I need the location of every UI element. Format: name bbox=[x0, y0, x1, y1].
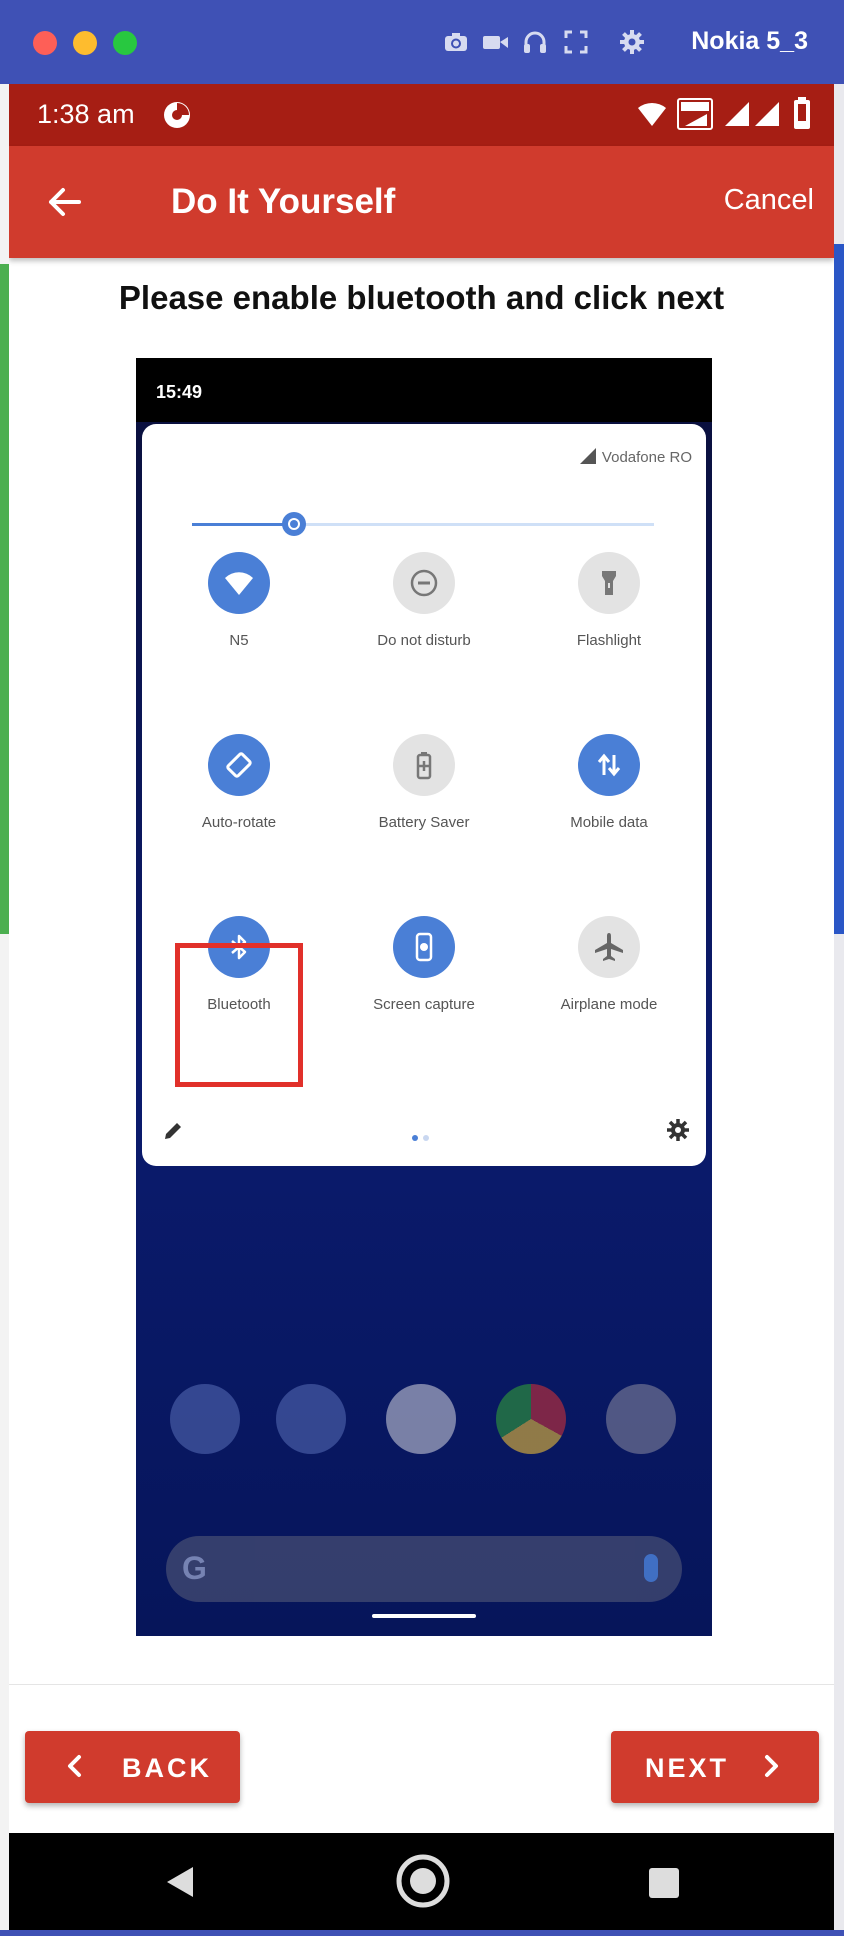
tile-flashlight: Flashlight bbox=[524, 552, 694, 672]
flashlight-icon bbox=[578, 552, 640, 614]
do-not-disturb-icon bbox=[393, 552, 455, 614]
edit-pencil-icon bbox=[165, 1123, 181, 1139]
carrier-label: Vodafone RO bbox=[579, 448, 692, 466]
home-indicator bbox=[372, 1614, 476, 1618]
device-screen: 1:38 am Do It Yourself Cancel Please ena… bbox=[9, 84, 834, 1930]
emulator-title-bar: Nokia 5_3 bbox=[0, 0, 844, 84]
back-button[interactable]: BACK bbox=[25, 1731, 240, 1803]
google-search-bar: G bbox=[166, 1536, 682, 1602]
tile-battery-saver: Battery Saver bbox=[339, 734, 509, 854]
tile-auto-rotate: Auto-rotate bbox=[154, 734, 324, 854]
fullscreen-icon[interactable] bbox=[562, 28, 590, 56]
next-button[interactable]: NEXT bbox=[611, 1731, 819, 1803]
chevron-left-icon bbox=[68, 1755, 81, 1777]
volte-icon bbox=[677, 98, 713, 130]
brightness-icon bbox=[281, 512, 306, 536]
tile-do-not-disturb: Do not disturb bbox=[339, 552, 509, 672]
phone-icon bbox=[170, 1384, 240, 1454]
close-window-button[interactable] bbox=[33, 31, 57, 55]
guide-time: 15:49 bbox=[156, 382, 203, 402]
status-time: 1:38 am bbox=[37, 99, 135, 129]
page-title: Do It Yourself bbox=[171, 182, 396, 221]
app-bar: Do It Yourself Cancel bbox=[9, 146, 834, 258]
headphones-icon[interactable] bbox=[521, 28, 549, 56]
tile-airplane-mode: Airplane mode bbox=[524, 916, 694, 1036]
play-store-icon bbox=[386, 1384, 456, 1454]
signal-icon bbox=[579, 448, 596, 464]
mobile-data-icon bbox=[578, 734, 640, 796]
background-window-strip bbox=[0, 84, 9, 1936]
guide-image: 15:49 Vodafone RO N5 Do not disturb Flas… bbox=[136, 358, 712, 1636]
tile-screen-capture: Screen capture bbox=[339, 916, 509, 1036]
messages-icon bbox=[276, 1384, 346, 1454]
gear-icon bbox=[667, 1119, 689, 1141]
nav-back-icon[interactable] bbox=[165, 1865, 195, 1899]
signal-icon bbox=[755, 102, 779, 126]
system-nav-bar bbox=[9, 1833, 834, 1930]
video-icon[interactable] bbox=[481, 28, 509, 56]
status-bar: 1:38 am bbox=[9, 84, 834, 146]
window-frame bbox=[0, 1930, 844, 1936]
chevron-right-icon bbox=[765, 1755, 778, 1777]
screen-capture-icon bbox=[393, 916, 455, 978]
google-logo: G bbox=[182, 1550, 207, 1586]
camera-icon[interactable] bbox=[442, 28, 470, 56]
gear-icon[interactable] bbox=[618, 28, 646, 56]
arrow-left-icon[interactable] bbox=[45, 182, 85, 222]
cancel-button[interactable]: Cancel bbox=[724, 184, 814, 217]
tile-mobile-data: Mobile data bbox=[524, 734, 694, 854]
device-name: Nokia 5_3 bbox=[691, 27, 808, 55]
nav-home-icon[interactable] bbox=[395, 1853, 451, 1909]
minimize-window-button[interactable] bbox=[73, 31, 97, 55]
battery-saver-icon bbox=[393, 734, 455, 796]
maximize-window-button[interactable] bbox=[113, 31, 137, 55]
chrome-icon bbox=[496, 1384, 566, 1454]
battery-icon bbox=[794, 97, 810, 129]
tile-wifi: N5 bbox=[154, 552, 324, 672]
airplane-icon bbox=[578, 916, 640, 978]
page-indicator bbox=[412, 1128, 434, 1146]
bluetooth-highlight-box bbox=[175, 943, 303, 1087]
brightness-slider bbox=[192, 512, 654, 536]
wifi-icon bbox=[638, 102, 666, 126]
wifi-icon bbox=[208, 552, 270, 614]
next-button-label: NEXT bbox=[645, 1753, 730, 1783]
nav-recents-icon[interactable] bbox=[649, 1868, 679, 1898]
signal-icon bbox=[725, 102, 749, 126]
back-button-label: BACK bbox=[122, 1753, 212, 1783]
dock bbox=[166, 1384, 682, 1456]
quick-settings-panel: Vodafone RO N5 Do not disturb Flashlight… bbox=[142, 424, 706, 1166]
background-window-strip bbox=[834, 84, 844, 1936]
app-notification-icon bbox=[164, 102, 190, 128]
microphone-icon bbox=[644, 1554, 658, 1582]
auto-rotate-icon bbox=[208, 734, 270, 796]
instruction-text: Please enable bluetooth and click next bbox=[118, 279, 725, 316]
divider bbox=[9, 1684, 834, 1685]
camera-icon bbox=[606, 1384, 676, 1454]
